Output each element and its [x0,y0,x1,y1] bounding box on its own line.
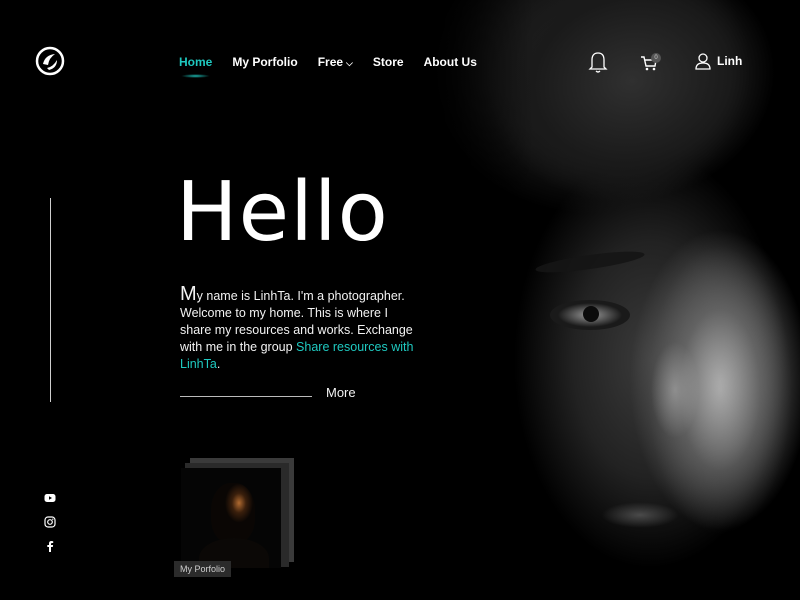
facebook-icon[interactable] [44,539,56,552]
user-icon [695,53,711,70]
hero-intro-text: My name is LinhTa. I'm a photographer. W… [180,283,420,373]
portfolio-thumbnail[interactable] [181,468,281,568]
nav-free[interactable]: Free ⌵ [318,55,353,69]
user-account-button[interactable]: Linh [694,52,742,70]
youtube-icon[interactable] [44,491,56,503]
hero-portrait-image [420,0,800,600]
user-name: Linh [717,54,743,68]
nav-portfolio-label: My Porfolio [232,55,298,69]
intro-initial: M [180,283,197,305]
more-link[interactable]: More [326,385,356,400]
nav-about-label: About Us [423,55,477,69]
nav-home-label: Home [179,55,213,69]
cart-count-badge: 0 [651,53,661,63]
main-nav: Home My Porfolio Free ⌵ Store About Us [179,55,497,78]
nav-store[interactable]: Store [373,55,404,69]
nav-about-us[interactable]: About Us [424,55,477,69]
logo-icon[interactable] [35,46,65,76]
nav-portfolio[interactable]: My Porfolio [232,55,297,69]
intro-end: . [216,357,221,371]
portfolio-card-label[interactable]: My Porfolio [174,561,232,577]
bell-icon[interactable] [588,50,608,74]
nav-free-label: Free [317,55,344,69]
header-actions: 0 Linh [588,50,748,74]
chevron-down-icon: ⌵ [346,58,353,68]
nav-home[interactable]: Home [179,55,213,78]
nav-store-label: Store [372,55,404,69]
instagram-icon[interactable] [44,515,56,528]
hero-title: Hello [176,165,389,260]
vertical-divider [50,198,51,402]
more-divider [180,396,312,397]
